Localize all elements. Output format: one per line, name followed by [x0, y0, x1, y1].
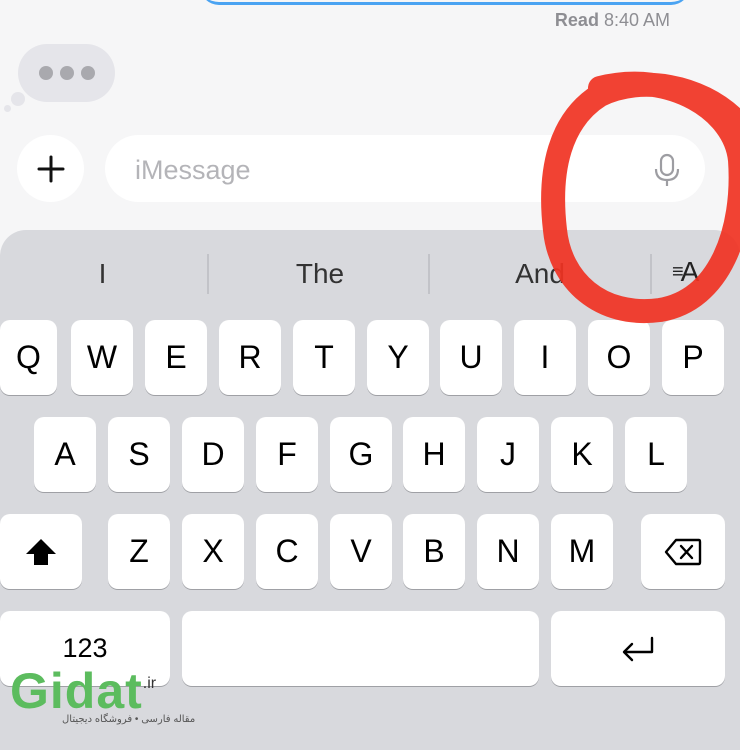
typing-dot: [80, 66, 95, 80]
imessage-field[interactable]: [105, 135, 705, 202]
typing-tail: [4, 105, 11, 112]
format-lines-icon: ≡: [672, 261, 684, 283]
text-format-button[interactable]: ≡A: [672, 256, 700, 288]
read-receipt: Read 8:40 AM: [555, 10, 670, 31]
suggestion-1[interactable]: I: [0, 250, 205, 298]
suggestion-3[interactable]: And: [435, 250, 645, 298]
outgoing-bubble-edge: [200, 0, 690, 5]
return-key[interactable]: [551, 611, 725, 686]
watermark-tld: .ir: [142, 675, 157, 692]
typing-dot: [59, 66, 74, 80]
delete-key[interactable]: [641, 514, 725, 589]
key-u[interactable]: U: [440, 320, 502, 395]
key-e[interactable]: E: [145, 320, 207, 395]
key-m[interactable]: M: [551, 514, 613, 589]
suggestion-divider: [207, 254, 209, 294]
read-status: Read: [554, 10, 599, 30]
compose-bar: [0, 130, 740, 210]
key-g[interactable]: G: [330, 417, 392, 492]
key-b[interactable]: B: [403, 514, 465, 589]
key-j[interactable]: J: [477, 417, 539, 492]
key-n[interactable]: N: [477, 514, 539, 589]
key-x[interactable]: X: [182, 514, 244, 589]
message-input[interactable]: [133, 149, 617, 191]
format-label: A: [680, 256, 700, 287]
add-attachment-button[interactable]: [17, 135, 84, 202]
suggestion-2[interactable]: The: [215, 250, 425, 298]
key-i[interactable]: I: [514, 320, 576, 395]
delete-icon: [664, 538, 702, 565]
return-icon: [622, 636, 654, 661]
suggestion-divider: [428, 254, 430, 294]
key-a[interactable]: A: [34, 417, 96, 492]
key-h[interactable]: H: [403, 417, 465, 492]
shift-key[interactable]: [0, 514, 82, 589]
key-p[interactable]: P: [662, 320, 724, 395]
space-key[interactable]: [182, 611, 539, 686]
key-c[interactable]: C: [256, 514, 318, 589]
key-z[interactable]: Z: [108, 514, 170, 589]
key-o[interactable]: O: [588, 320, 650, 395]
typing-tail: [11, 92, 25, 106]
read-time: 8:40 AM: [603, 10, 670, 30]
suggestion-divider: [650, 254, 652, 294]
plus-icon: [37, 155, 64, 182]
watermark-tagline: مقاله فارسی • فروشگاه دیجیتال: [62, 714, 196, 725]
key-s[interactable]: S: [108, 417, 170, 492]
key-k[interactable]: K: [551, 417, 613, 492]
microphone-icon[interactable]: [653, 153, 681, 187]
key-v[interactable]: V: [330, 514, 392, 589]
key-q[interactable]: Q: [0, 320, 57, 395]
typing-indicator: [18, 44, 115, 102]
key-d[interactable]: D: [182, 417, 244, 492]
key-y[interactable]: Y: [367, 320, 429, 395]
shift-icon: [26, 538, 56, 565]
key-l[interactable]: L: [625, 417, 687, 492]
watermark: Gidat.ir مقاله فارسی • فروشگاه دیجیتال: [10, 662, 195, 732]
typing-dot: [38, 66, 53, 80]
key-r[interactable]: R: [219, 320, 281, 395]
key-w[interactable]: W: [71, 320, 133, 395]
key-t[interactable]: T: [293, 320, 355, 395]
watermark-logo: Gidat: [10, 663, 143, 719]
key-f[interactable]: F: [256, 417, 318, 492]
predictive-bar: I The And ≡A: [0, 230, 740, 312]
